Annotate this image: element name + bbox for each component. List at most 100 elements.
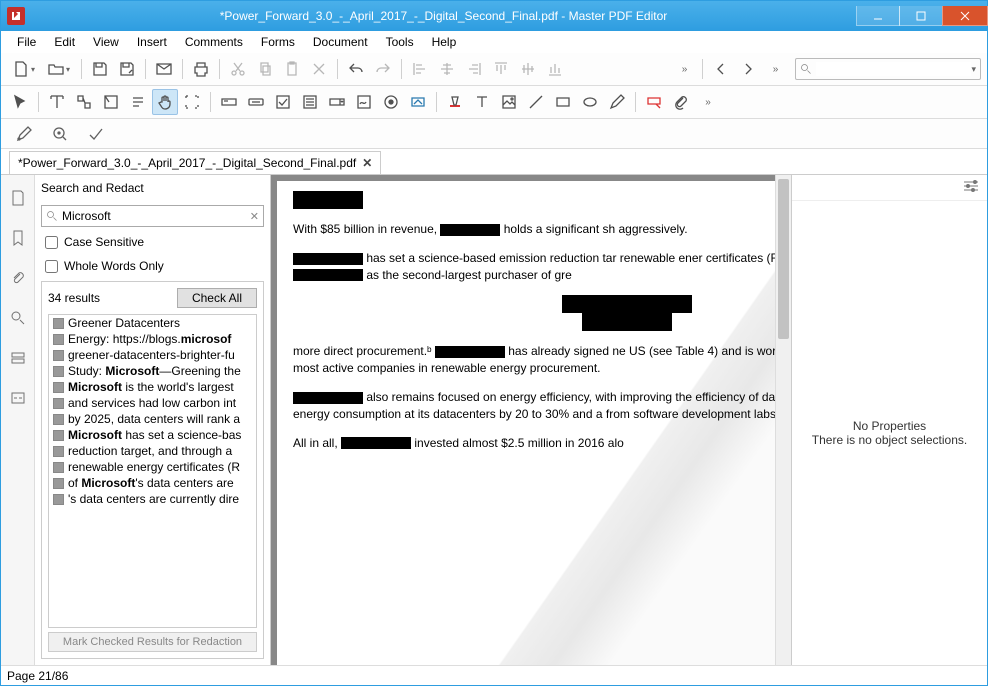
menu-help[interactable]: Help	[424, 33, 465, 51]
maximize-button[interactable]	[899, 6, 943, 26]
search-result-item[interactable]: and services had low carbon int	[49, 395, 256, 411]
insert-image-tool[interactable]	[496, 89, 522, 115]
pencil-small-tool[interactable]	[11, 121, 37, 147]
search-result-item[interactable]: Energy: https://blogs.microsof	[49, 331, 256, 347]
edit-object-tool[interactable]	[71, 89, 97, 115]
radio-field-tool[interactable]	[378, 89, 404, 115]
pencil-tool[interactable]	[604, 89, 630, 115]
link-tool[interactable]	[405, 89, 431, 115]
minimize-button[interactable]	[856, 6, 900, 26]
menu-insert[interactable]: Insert	[129, 33, 175, 51]
edit-form-tool[interactable]	[98, 89, 124, 115]
search-result-item[interactable]: reduction target, and through a	[49, 443, 256, 459]
menu-forms[interactable]: Forms	[253, 33, 303, 51]
menu-edit[interactable]: Edit	[46, 33, 83, 51]
save-as-button[interactable]	[114, 56, 140, 82]
case-sensitive-checkbox[interactable]: Case Sensitive	[45, 235, 260, 249]
whole-words-checkbox[interactable]: Whole Words Only	[45, 259, 260, 273]
vertical-scrollbar[interactable]	[775, 175, 791, 665]
scrollbar-thumb[interactable]	[778, 179, 789, 339]
delete-button[interactable]	[306, 56, 332, 82]
hand-tool[interactable]	[152, 89, 178, 115]
menu-view[interactable]: View	[85, 33, 127, 51]
close-button[interactable]	[942, 6, 988, 26]
rail-layers[interactable]	[7, 347, 29, 369]
toolbar-overflow-1[interactable]: »	[671, 56, 697, 82]
title-bar: *Power_Forward_3.0_-_April_2017_-_Digita…	[1, 1, 987, 31]
tab-close-icon[interactable]: ✕	[362, 156, 372, 170]
redo-button[interactable]	[370, 56, 396, 82]
menu-bar: File Edit View Insert Comments Forms Doc…	[1, 31, 987, 53]
rail-pages[interactable]	[7, 187, 29, 209]
stamp-tool[interactable]	[641, 89, 667, 115]
paste-button[interactable]	[279, 56, 305, 82]
checkmark-tool[interactable]	[83, 121, 109, 147]
menu-document[interactable]: Document	[305, 33, 376, 51]
initials-tool[interactable]	[47, 121, 73, 147]
align-top-button[interactable]	[488, 56, 514, 82]
toolbar-overflow-2[interactable]: »	[762, 56, 788, 82]
open-button[interactable]: ▾	[42, 56, 76, 82]
menu-tools[interactable]: Tools	[378, 33, 422, 51]
align-left-button[interactable]	[407, 56, 433, 82]
menu-file[interactable]: File	[9, 33, 44, 51]
prev-page-button[interactable]	[708, 56, 734, 82]
settings-icon[interactable]	[963, 180, 979, 195]
search-input-wrap[interactable]: ✕	[41, 205, 264, 227]
line-tool[interactable]	[523, 89, 549, 115]
search-result-item[interactable]: renewable energy certificates (R	[49, 459, 256, 475]
rail-signatures[interactable]	[7, 387, 29, 409]
selection-tool[interactable]	[179, 89, 205, 115]
search-result-item[interactable]: by 2025, data centers will rank a	[49, 411, 256, 427]
ellipse-tool[interactable]	[577, 89, 603, 115]
next-page-button[interactable]	[735, 56, 761, 82]
rail-attachments[interactable]	[7, 267, 29, 289]
rail-search[interactable]	[7, 307, 29, 329]
undo-button[interactable]	[343, 56, 369, 82]
search-result-item[interactable]: of Microsoft's data centers are	[49, 475, 256, 491]
document-tab[interactable]: *Power_Forward_3.0_-_April_2017_-_Digita…	[9, 151, 381, 174]
select-tool[interactable]	[7, 89, 33, 115]
results-list[interactable]: Greener DatacentersEnergy: https://blogs…	[48, 314, 257, 628]
copy-button[interactable]	[252, 56, 278, 82]
rect-tool[interactable]	[550, 89, 576, 115]
toolbar-overflow-3[interactable]: »	[695, 89, 721, 115]
search-query-input[interactable]	[62, 209, 246, 223]
align-center-button[interactable]	[434, 56, 460, 82]
results-box: 34 results Check All Greener Datacenters…	[41, 281, 264, 659]
toolbar-search[interactable]: ▾	[795, 58, 981, 80]
insert-text-tool[interactable]	[469, 89, 495, 115]
toolbar-search-input[interactable]	[816, 62, 971, 76]
check-all-button[interactable]: Check All	[177, 288, 257, 308]
mark-redaction-button[interactable]: Mark Checked Results for Redaction	[48, 632, 257, 652]
search-result-item[interactable]: greener-datacenters-brighter-fu	[49, 347, 256, 363]
align-right-button[interactable]	[461, 56, 487, 82]
text-field-tool[interactable]	[216, 89, 242, 115]
signature-field-tool[interactable]	[351, 89, 377, 115]
email-button[interactable]	[151, 56, 177, 82]
text-select-tool[interactable]	[125, 89, 151, 115]
clear-search-icon[interactable]: ✕	[250, 210, 259, 223]
save-button[interactable]	[87, 56, 113, 82]
highlight-tool[interactable]	[442, 89, 468, 115]
edit-text-tool[interactable]	[44, 89, 70, 115]
new-document-button[interactable]: ▾	[7, 56, 41, 82]
button-field-tool[interactable]	[243, 89, 269, 115]
search-result-item[interactable]: Microsoft is the world's largest	[49, 379, 256, 395]
print-button[interactable]	[188, 56, 214, 82]
chevron-down-icon[interactable]: ▾	[971, 64, 976, 75]
search-result-item[interactable]: Greener Datacenters	[49, 315, 256, 331]
menu-comments[interactable]: Comments	[177, 33, 251, 51]
combo-field-tool[interactable]	[324, 89, 350, 115]
checkbox-field-tool[interactable]	[270, 89, 296, 115]
align-middle-button[interactable]	[515, 56, 541, 82]
document-viewport[interactable]: With $85 billion in revenue, holds a sig…	[271, 175, 775, 665]
list-field-tool[interactable]	[297, 89, 323, 115]
attachment-tool[interactable]	[668, 89, 694, 115]
search-result-item[interactable]: Microsoft has set a science-bas	[49, 427, 256, 443]
search-result-item[interactable]: 's data centers are currently dire	[49, 491, 256, 507]
align-bottom-button[interactable]	[542, 56, 568, 82]
search-result-item[interactable]: Study: Microsoft—Greening the	[49, 363, 256, 379]
rail-bookmarks[interactable]	[7, 227, 29, 249]
cut-button[interactable]	[225, 56, 251, 82]
